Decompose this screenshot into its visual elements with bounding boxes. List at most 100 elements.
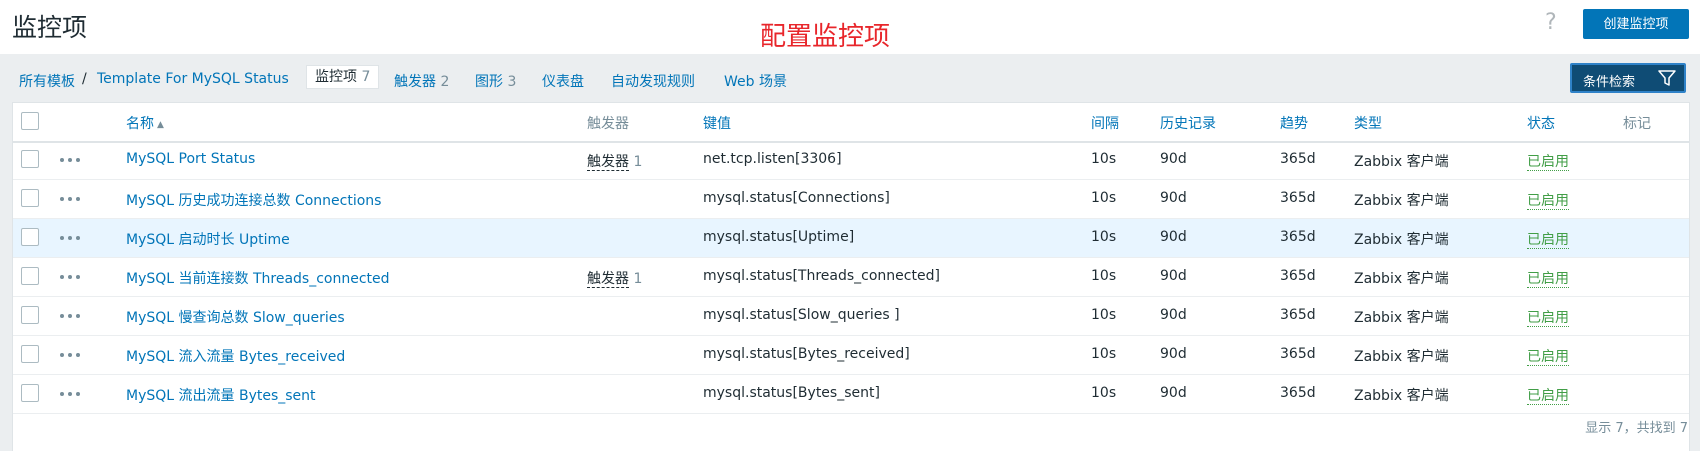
item-trends: 365d [1280, 346, 1316, 362]
breadcrumb-template[interactable]: Template For MySQL Status [97, 71, 289, 87]
more-actions-icon[interactable] [59, 227, 83, 241]
tab-dashboards[interactable]: 仪表盘 [542, 71, 584, 91]
column-triggers: 触发器 [587, 116, 629, 132]
more-actions-icon[interactable] [59, 149, 83, 163]
item-key: mysql.status[Bytes_sent] [703, 385, 880, 401]
sort-ascending-icon: ▲ [157, 120, 164, 130]
column-trends[interactable]: 趋势 [1280, 113, 1308, 133]
row-checkbox[interactable] [21, 306, 39, 324]
status-toggle[interactable]: 已启用 [1527, 310, 1569, 327]
row-checkbox[interactable] [21, 189, 39, 207]
trigger-link[interactable]: 触发器 [587, 154, 629, 171]
column-name[interactable]: 名称 ▲ [126, 113, 164, 133]
item-name-link[interactable]: MySQL 流入流量 Bytes_received [126, 346, 345, 366]
table-header: 名称 ▲ 触发器 键值 间隔 历史记录 趋势 类型 状态 标记 [13, 103, 1689, 143]
item-type: Zabbix 客户端 [1354, 271, 1449, 287]
more-actions-icon[interactable] [59, 305, 83, 319]
tab-items-count: 7 [361, 69, 371, 85]
item-key: net.tcp.listen[3306] [703, 151, 842, 167]
item-type: Zabbix 客户端 [1354, 388, 1449, 404]
item-triggers: 触发器 1 [587, 268, 642, 288]
table-row: MySQL 慢查询总数 Slow_queries mysql.status[Slo… [13, 297, 1689, 336]
column-key[interactable]: 键值 [703, 113, 731, 133]
item-history: 90d [1160, 190, 1187, 206]
item-type: Zabbix 客户端 [1354, 193, 1449, 209]
item-name-link[interactable]: MySQL 启动时长 Uptime [126, 229, 290, 249]
help-icon[interactable]: ? [1545, 10, 1557, 35]
item-status: 已启用 [1527, 190, 1569, 210]
table-row: MySQL Port Status 触发器 1 net.tcp.listen[330… [13, 141, 1689, 180]
item-trends: 365d [1280, 190, 1316, 206]
breadcrumb-separator: / [82, 71, 87, 87]
item-name-link[interactable]: MySQL 当前连接数 Threads_connected [126, 268, 390, 288]
status-toggle[interactable]: 已启用 [1527, 271, 1569, 288]
filter-button[interactable]: 条件检索 [1570, 63, 1686, 93]
item-name-link[interactable]: MySQL 流出流量 Bytes_sent [126, 385, 316, 405]
more-actions-icon[interactable] [59, 188, 83, 202]
breadcrumb-all-templates[interactable]: 所有模板 [19, 71, 75, 91]
item-interval: 10s [1091, 385, 1117, 401]
item-key: mysql.status[Slow_queries ] [703, 307, 900, 323]
item-interval: 10s [1091, 229, 1117, 245]
table-row: MySQL 当前连接数 Threads_connected 触发器 1 mysql.… [13, 258, 1689, 297]
trigger-link[interactable]: 触发器 [587, 271, 629, 288]
select-all-checkbox[interactable] [21, 112, 39, 130]
status-toggle[interactable]: 已启用 [1527, 193, 1569, 210]
table-row: MySQL 流入流量 Bytes_received mysql.status[By… [13, 336, 1689, 375]
tab-graphs-count: 3 [507, 74, 517, 90]
tab-discovery-rules[interactable]: 自动发现规则 [611, 71, 695, 91]
trigger-count: 1 [633, 271, 643, 287]
row-checkbox[interactable] [21, 384, 39, 402]
item-name-link[interactable]: MySQL 历史成功连接总数 Connections [126, 190, 381, 210]
column-interval[interactable]: 间隔 [1091, 113, 1119, 133]
item-status: 已启用 [1527, 268, 1569, 288]
row-checkbox[interactable] [21, 228, 39, 246]
status-toggle[interactable]: 已启用 [1527, 388, 1569, 405]
item-name-link[interactable]: MySQL Port Status [126, 151, 255, 167]
more-actions-icon[interactable] [59, 383, 83, 397]
tab-items-label: 监控项 [315, 69, 357, 85]
status-toggle[interactable]: 已启用 [1527, 349, 1569, 366]
tab-web-scenarios[interactable]: Web 场景 [724, 71, 787, 91]
row-checkbox[interactable] [21, 150, 39, 168]
item-interval: 10s [1091, 151, 1117, 167]
status-toggle[interactable]: 已启用 [1527, 154, 1569, 171]
trigger-count: 1 [633, 154, 643, 170]
tab-graphs[interactable]: 图形 3 [475, 71, 516, 91]
item-history: 90d [1160, 307, 1187, 323]
item-trends: 365d [1280, 151, 1316, 167]
item-history: 90d [1160, 229, 1187, 245]
item-history: 90d [1160, 151, 1187, 167]
create-item-button[interactable]: 创建监控项 [1583, 9, 1689, 39]
table-row: MySQL 流出流量 Bytes_sent mysql.status[Bytes_… [13, 375, 1689, 414]
column-tags: 标记 [1623, 116, 1651, 132]
row-checkbox[interactable] [21, 345, 39, 363]
item-trends: 365d [1280, 229, 1316, 245]
status-toggle[interactable]: 已启用 [1527, 232, 1569, 249]
item-key: mysql.status[Connections] [703, 190, 890, 206]
filter-button-label: 条件检索 [1583, 75, 1636, 90]
tab-triggers-label: 触发器 [394, 74, 436, 90]
filter-icon [1658, 70, 1676, 86]
annotation-text: 配置监控项 [760, 22, 891, 52]
row-checkbox[interactable] [21, 267, 39, 285]
item-type: Zabbix 客户端 [1354, 232, 1449, 248]
item-type: Zabbix 客户端 [1354, 349, 1449, 365]
table-row: MySQL 启动时长 Uptime mysql.status[Uptime] 10s… [13, 219, 1689, 258]
column-history[interactable]: 历史记录 [1160, 113, 1216, 133]
item-interval: 10s [1091, 268, 1117, 284]
item-trends: 365d [1280, 307, 1316, 323]
column-type[interactable]: 类型 [1354, 113, 1382, 133]
item-key: mysql.status[Threads_connected] [703, 268, 940, 284]
item-name-link[interactable]: MySQL 慢查询总数 Slow_queries [126, 307, 345, 327]
item-history: 90d [1160, 346, 1187, 362]
item-trends: 365d [1280, 268, 1316, 284]
table-row: MySQL 历史成功连接总数 Connections mysql.status[C… [13, 180, 1689, 219]
tab-triggers[interactable]: 触发器 2 [394, 71, 449, 91]
more-actions-icon[interactable] [59, 266, 83, 280]
tab-items[interactable]: 监控项 7 [306, 65, 380, 89]
column-status[interactable]: 状态 [1527, 113, 1555, 133]
item-key: mysql.status[Uptime] [703, 229, 855, 245]
item-trends: 365d [1280, 385, 1316, 401]
more-actions-icon[interactable] [59, 344, 83, 358]
